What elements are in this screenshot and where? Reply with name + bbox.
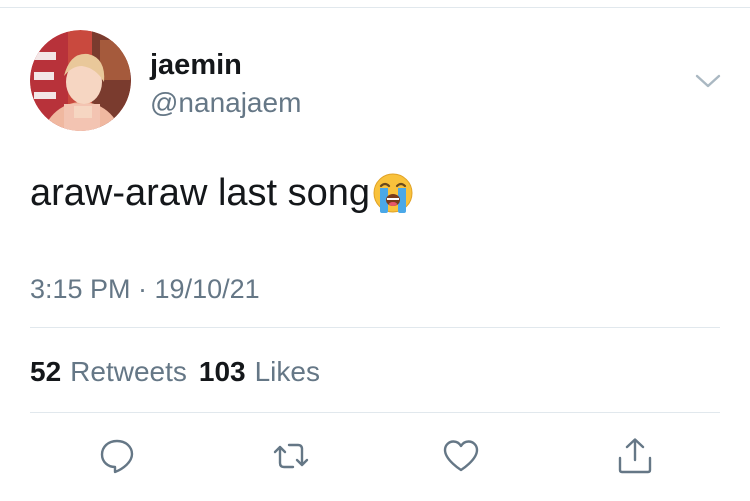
like-icon[interactable] [441,436,481,476]
divider [30,327,720,328]
avatar[interactable] [30,30,131,131]
likes-label[interactable]: Likes [255,356,320,387]
tweet-timestamp[interactable]: 3:15 PM · 19/10/21 [30,272,260,306]
retweet-icon[interactable] [271,436,311,476]
share-icon[interactable] [615,436,655,476]
reply-icon[interactable] [97,436,137,476]
tweet-text-content: araw-araw last song [30,172,371,214]
divider [30,412,720,413]
tweet-stats: 52 Retweets 103 Likes [30,355,320,389]
top-divider [0,7,750,8]
retweets-count[interactable]: 52 [30,356,61,387]
tweet-text: araw-araw last song [30,170,415,216]
user-handle[interactable]: @nanajaem [150,86,301,120]
loudly-crying-face-icon [371,171,415,215]
likes-count[interactable]: 103 [199,356,246,387]
retweets-label[interactable]: Retweets [70,356,187,387]
display-name[interactable]: jaemin [150,48,242,82]
chevron-down-icon[interactable] [694,72,722,90]
